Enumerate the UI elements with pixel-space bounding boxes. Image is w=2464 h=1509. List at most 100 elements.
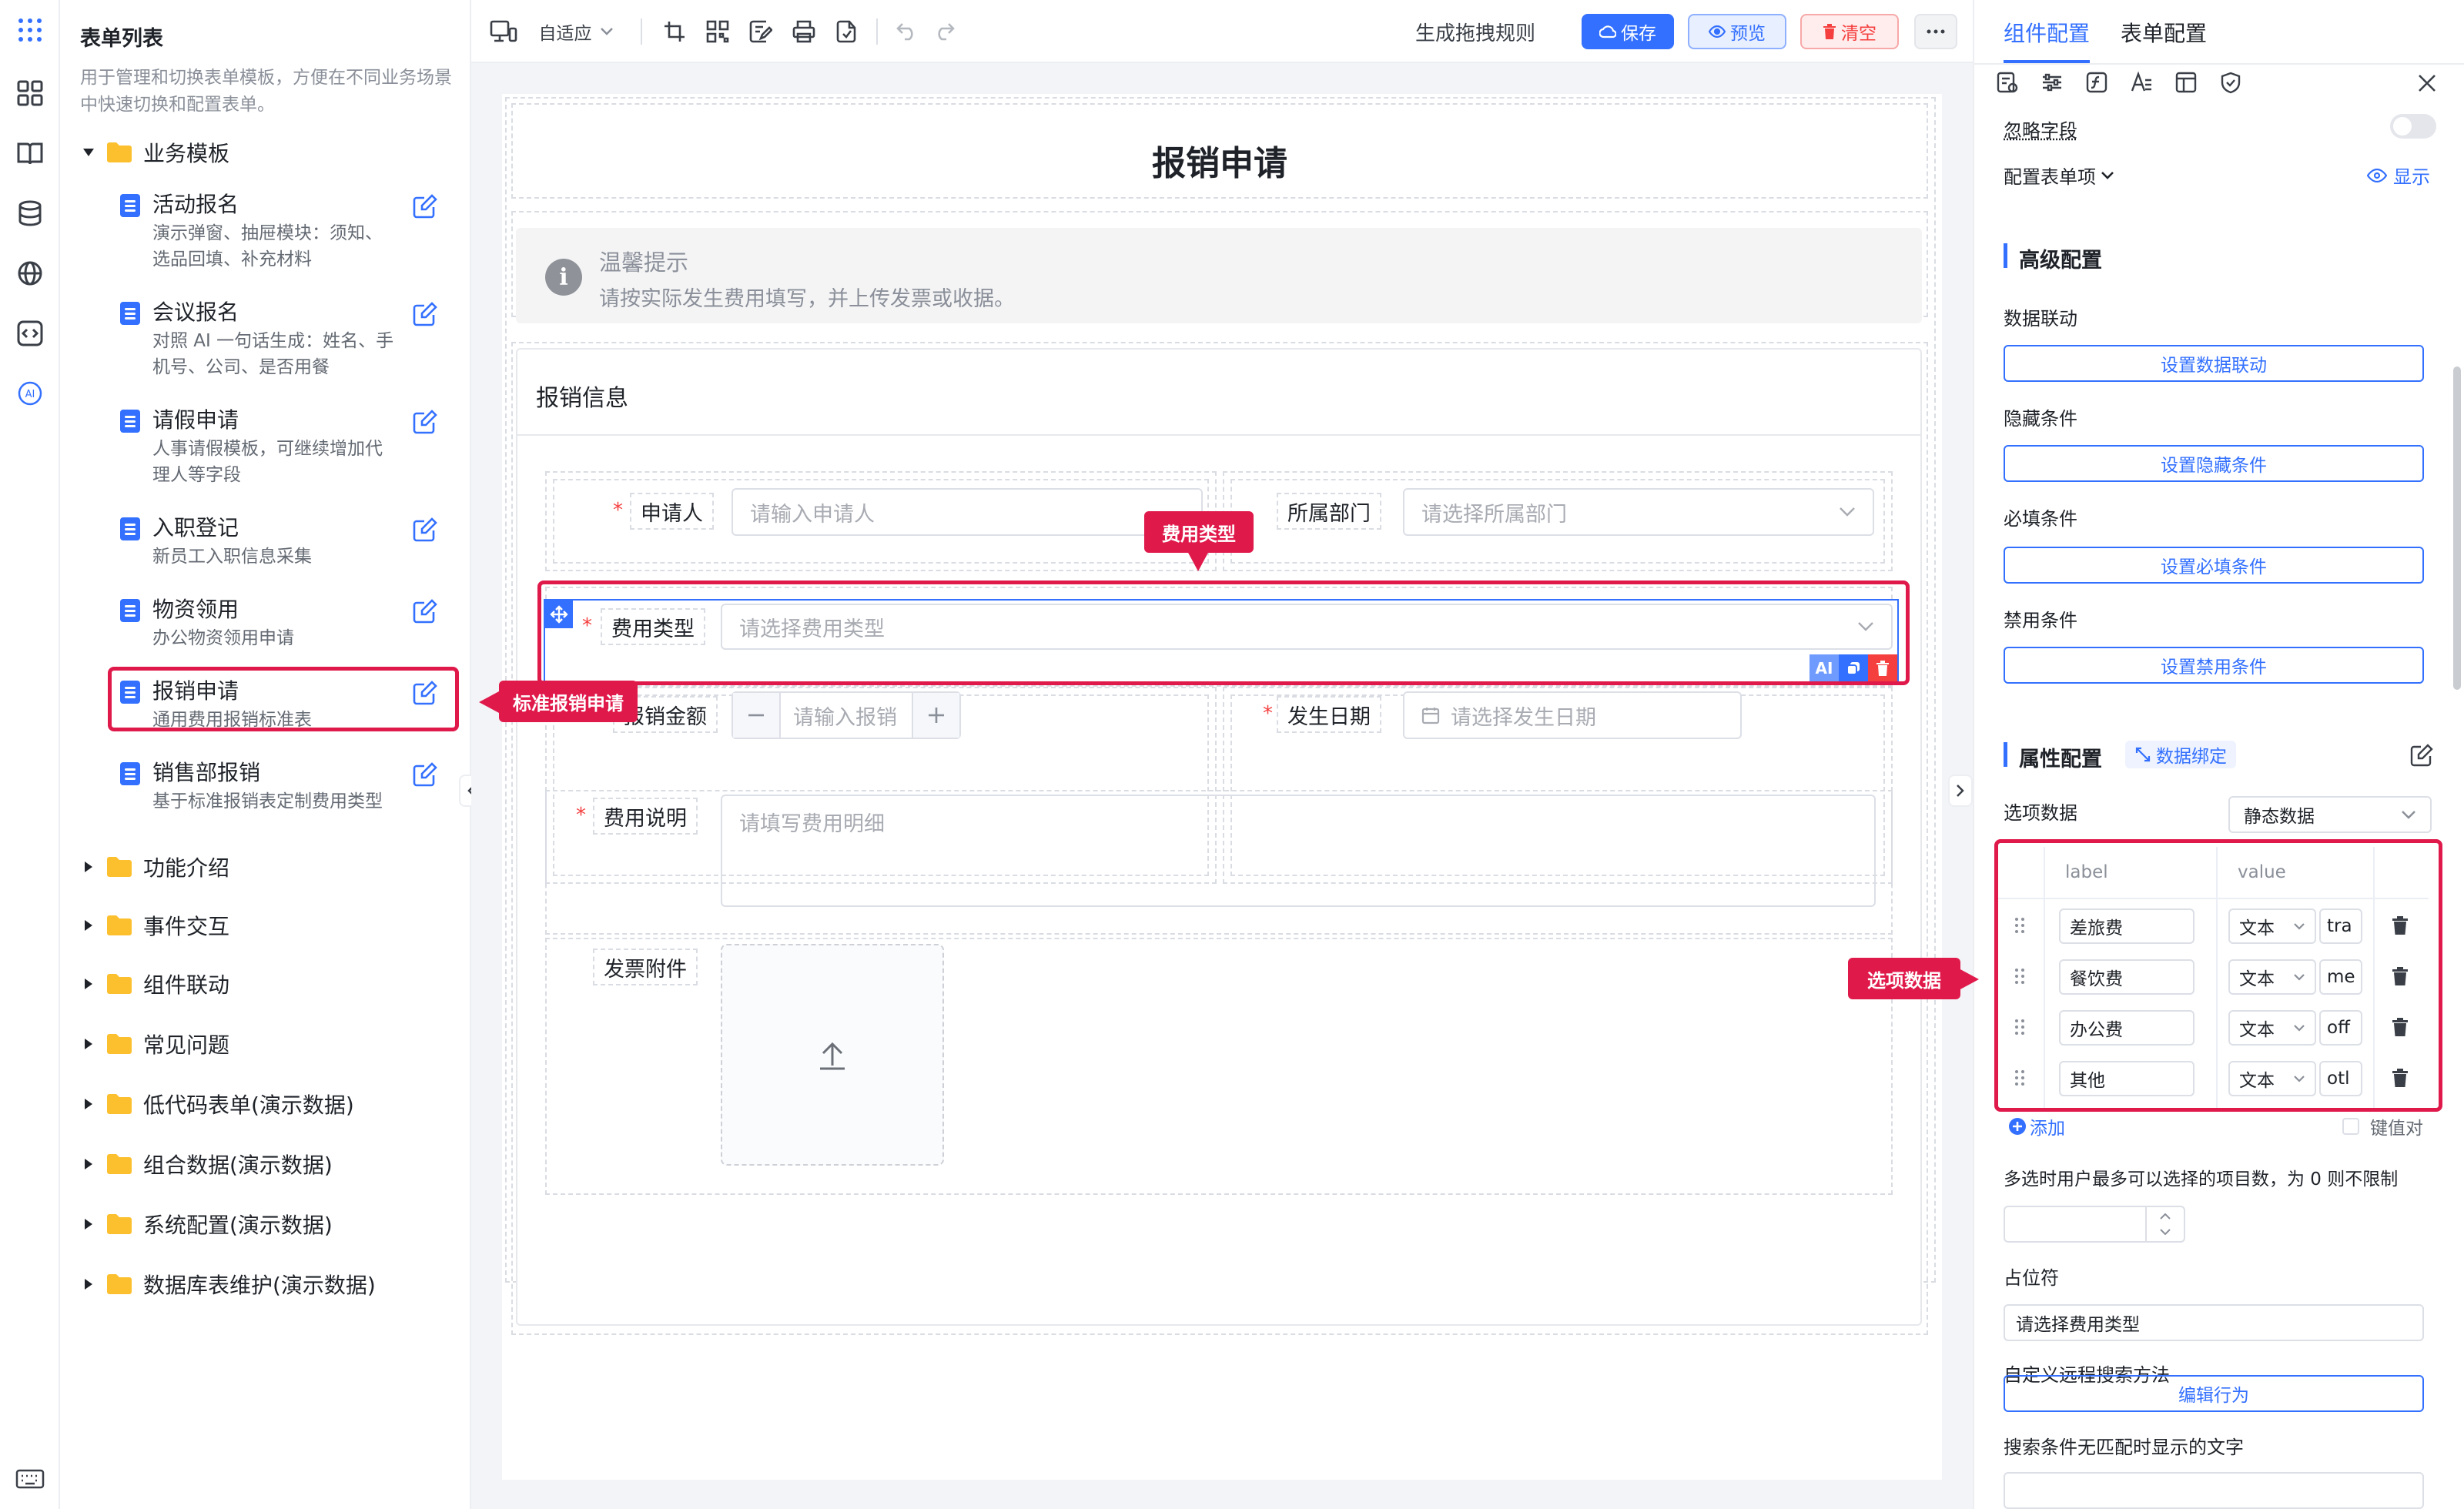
template-item-sales-reimbursement[interactable]: 销售部报销 基于标准报销表定制费用类型: [114, 758, 451, 819]
chevron-up-icon[interactable]: [2160, 1213, 2171, 1220]
text-style-icon[interactable]: [2130, 71, 2153, 94]
preview-label: 预览: [1730, 24, 1766, 44]
edit-behavior-button[interactable]: 编辑行为: [2004, 1375, 2424, 1412]
dis-cond-label: 禁用条件: [2004, 610, 2077, 631]
components-icon[interactable]: [14, 77, 46, 109]
sliders-icon[interactable]: [2040, 71, 2064, 94]
multi-limit-input[interactable]: [2004, 1206, 2185, 1243]
calendar-icon: [1421, 708, 1440, 724]
edit-icon[interactable]: [413, 599, 437, 624]
callout-arrow: [1187, 551, 1209, 571]
group-features[interactable]: 功能介绍: [79, 850, 229, 884]
amount-stepper[interactable]: 请输入报销: [732, 691, 961, 739]
template-item-meeting[interactable]: 会议报名 对照 AI 一句话生成：姓名、手机号、公司、是否用餐: [114, 297, 451, 382]
data-link-label: 数据联动: [2004, 308, 2077, 330]
layout-icon[interactable]: [2174, 71, 2198, 94]
config-items-toggle[interactable]: 配置表单项: [2004, 162, 2114, 189]
tab-form-config[interactable]: 表单配置: [2121, 17, 2207, 48]
edit-icon[interactable]: [413, 410, 437, 434]
data-link-button[interactable]: 设置数据联动: [2004, 345, 2424, 382]
caret-right-icon: [79, 1214, 99, 1234]
plus-icon[interactable]: [912, 693, 959, 738]
form-props-icon[interactable]: [1996, 71, 2019, 94]
ai-icon[interactable]: AI: [14, 377, 46, 410]
undo-icon[interactable]: [893, 15, 921, 48]
edit-icon[interactable]: [2410, 744, 2433, 767]
dis-cond-button[interactable]: 设置禁用条件: [2004, 647, 2424, 684]
amount-input[interactable]: 请输入报销: [781, 693, 912, 738]
edit-icon[interactable]: [413, 302, 437, 326]
template-item-activity[interactable]: 活动报名 演示弹窗、抽屉模块：须知、选品回填、补充材料: [114, 189, 451, 274]
template-item-leave[interactable]: 请假申请 人事请假模板，可继续增加代理人等字段: [114, 405, 451, 490]
edit-icon[interactable]: [413, 517, 437, 542]
print-icon[interactable]: [790, 15, 818, 48]
preview-button[interactable]: 预览: [1688, 14, 1786, 49]
edit-icon[interactable]: [413, 194, 437, 219]
tab-component-config[interactable]: 组件配置: [2004, 17, 2090, 48]
placeholder-input[interactable]: 请选择费用类型: [2004, 1304, 2424, 1341]
globe-icon[interactable]: [14, 257, 46, 289]
upload-area[interactable]: [721, 944, 944, 1166]
req-cond-button[interactable]: 设置必填条件: [2004, 547, 2424, 584]
panel-scrollbar[interactable]: [2453, 366, 2461, 690]
hide-cond-button[interactable]: 设置隐藏条件: [2004, 445, 2424, 482]
desc-textarea[interactable]: 请填写费用明细: [721, 795, 1876, 907]
device-icon[interactable]: [488, 15, 519, 48]
book-icon[interactable]: [14, 137, 46, 169]
edit-icon[interactable]: [413, 762, 437, 787]
close-icon[interactable]: [2416, 72, 2438, 94]
database-icon[interactable]: [14, 197, 46, 229]
template-item-onboarding[interactable]: 入职登记 新员工入职信息采集: [114, 513, 451, 574]
kv-checkbox[interactable]: 键值对: [2342, 1113, 2423, 1139]
chevron-down-icon[interactable]: [2160, 1229, 2171, 1235]
edit-doc-icon[interactable]: [747, 15, 775, 48]
minus-icon[interactable]: [733, 693, 781, 738]
template-title: 活动报名: [152, 192, 239, 217]
group-dbtable[interactable]: 数据库表维护(演示数据): [79, 1267, 376, 1301]
collapse-right-icon[interactable]: [1948, 775, 1973, 807]
code-icon[interactable]: [14, 317, 46, 350]
group-linkage[interactable]: 组件联动: [79, 967, 229, 1001]
panel-icon-bar: [1996, 71, 2242, 94]
group-events[interactable]: 事件交互: [79, 908, 229, 942]
ignore-field-toggle[interactable]: [2390, 114, 2436, 139]
qrcode-icon[interactable]: [704, 15, 732, 48]
more-button[interactable]: [1914, 14, 1957, 49]
data-bind-badge[interactable]: 数据绑定: [2125, 741, 2236, 768]
caret-right-icon: [79, 857, 99, 877]
template-desc: 演示弹窗、抽屉模块：须知、选品回填、补充材料: [152, 223, 383, 269]
keyboard-icon[interactable]: [14, 1463, 46, 1495]
stepper-arrows[interactable]: [2145, 1207, 2184, 1241]
group-faq[interactable]: 常见问题: [79, 1027, 229, 1061]
export-icon[interactable]: [833, 15, 861, 48]
shield-icon[interactable]: [2219, 71, 2242, 94]
group-lowcode[interactable]: 低代码表单(演示数据): [79, 1087, 354, 1121]
clear-button[interactable]: 清空: [1800, 14, 1899, 49]
dept-placeholder: 请选择所属部门: [1421, 502, 1567, 527]
desc-label: 费用说明: [593, 798, 698, 835]
options-source-select[interactable]: 静态数据: [2228, 796, 2432, 833]
show-link[interactable]: 显示: [2367, 162, 2430, 189]
no-match-input[interactable]: [2004, 1472, 2424, 1509]
plus-circle-icon: [2009, 1118, 2026, 1135]
applicant-input[interactable]: 请输入申请人: [732, 488, 1203, 536]
group-system[interactable]: 系统配置(演示数据): [79, 1207, 333, 1241]
ignore-field-label: 忽略字段: [2004, 120, 2077, 142]
group-combined[interactable]: 组合数据(演示数据): [79, 1147, 333, 1181]
date-picker[interactable]: 请选择发生日期: [1403, 691, 1742, 739]
add-option-button[interactable]: 添加: [2008, 1113, 2065, 1139]
group-business-templates[interactable]: 业务模板: [79, 136, 229, 169]
no-match-label: 搜索条件无匹配时显示的文字: [2004, 1437, 2244, 1458]
generate-rules-button[interactable]: 生成拖拽规则: [1415, 15, 1535, 48]
highlight-template-item: [108, 667, 459, 731]
crop-icon[interactable]: [661, 15, 688, 48]
dept-select[interactable]: 请选择所属部门: [1403, 488, 1874, 536]
adapt-select[interactable]: 自适应: [530, 15, 622, 48]
required-mark: *: [1263, 702, 1273, 725]
template-desc: 新员工入职信息采集: [152, 547, 312, 567]
function-icon[interactable]: [2085, 71, 2108, 94]
save-button[interactable]: 保存: [1582, 14, 1674, 49]
apps-grid-icon[interactable]: [14, 14, 46, 46]
redo-icon[interactable]: [930, 15, 958, 48]
template-item-supplies[interactable]: 物资领用 办公物资领用申请: [114, 594, 451, 656]
